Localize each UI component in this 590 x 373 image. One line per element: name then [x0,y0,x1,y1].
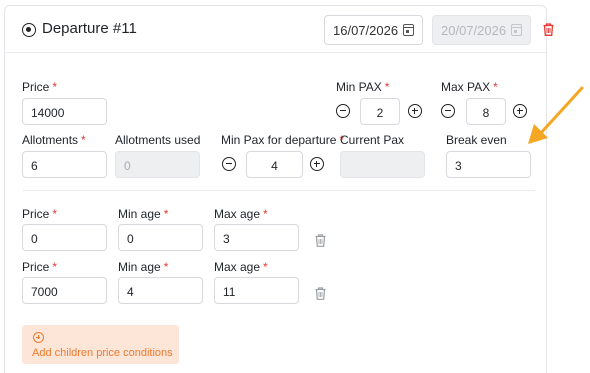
current-pax-label: Current Pax [340,133,405,147]
break-even-label: Break even [446,133,507,147]
child-min-age-input[interactable]: 0 [118,224,203,251]
child-price-label: Price * [22,207,58,221]
break-even-input[interactable]: 3 [446,151,531,178]
max-pax-input[interactable]: 8 [466,98,506,125]
calendar-icon [511,24,522,36]
min-pax-plus-icon[interactable] [408,104,422,118]
child-min-age-label: Min age * [118,207,169,221]
child-price-label: Price * [22,260,58,274]
max-pax-minus-icon[interactable] [441,104,455,118]
min-pax-label: Min PAX * [336,80,390,94]
arrow-icon [528,86,584,144]
start-date-value: 16/07/2026 [333,23,399,38]
add-children-price-conditions-button[interactable]: Add children price conditions [22,325,179,364]
allotments-used-input: 0 [115,151,200,178]
child-max-age-label: Max age * [214,207,268,221]
delete-departure-trash-icon[interactable] [543,23,554,36]
add-children-label: Add children price conditions [32,347,173,359]
child-min-age-input[interactable]: 4 [118,277,203,304]
min-pax-input[interactable]: 2 [360,98,400,125]
min-pax-departure-input[interactable]: 4 [246,151,303,178]
child-max-age-input[interactable]: 11 [214,277,299,304]
child-max-age-label: Max age * [214,260,268,274]
child-min-age-label: Min age * [118,260,169,274]
departure-header: Departure #11 16/07/2026 20/07/2026 [5,6,554,53]
departure-card: Departure #11 16/07/2026 20/07/2026 Pric… [4,5,554,373]
current-pax-input [340,151,425,178]
end-date-input: 20/07/2026 [432,15,531,45]
end-date-value: 20/07/2026 [441,23,507,38]
plus-circle-icon [33,332,44,343]
allotments-input[interactable]: 6 [22,151,107,178]
radio-selected-icon[interactable] [22,23,36,37]
min-pax-departure-label: Min Pax for departure * [221,133,345,147]
price-label: Price * [22,80,58,94]
child-max-age-input[interactable]: 3 [214,224,299,251]
start-date-input[interactable]: 16/07/2026 [324,15,423,45]
calendar-icon[interactable] [403,24,414,36]
section-divider [23,190,535,191]
min-pax-minus-icon[interactable] [336,104,350,118]
delete-child-condition-trash-icon[interactable] [315,287,326,300]
departure-title: Departure #11 [42,20,137,37]
child-price-input[interactable]: 7000 [22,277,107,304]
min-pax-departure-minus-icon[interactable] [222,157,236,171]
allotments-used-label: Allotments used [115,133,201,147]
child-price-input[interactable]: 0 [22,224,107,251]
delete-child-condition-trash-icon[interactable] [315,234,326,247]
allotments-label: Allotments * [22,133,86,147]
min-pax-departure-plus-icon[interactable] [310,157,324,171]
price-input[interactable]: 14000 [22,98,107,125]
max-pax-label: Max PAX * [441,80,498,94]
